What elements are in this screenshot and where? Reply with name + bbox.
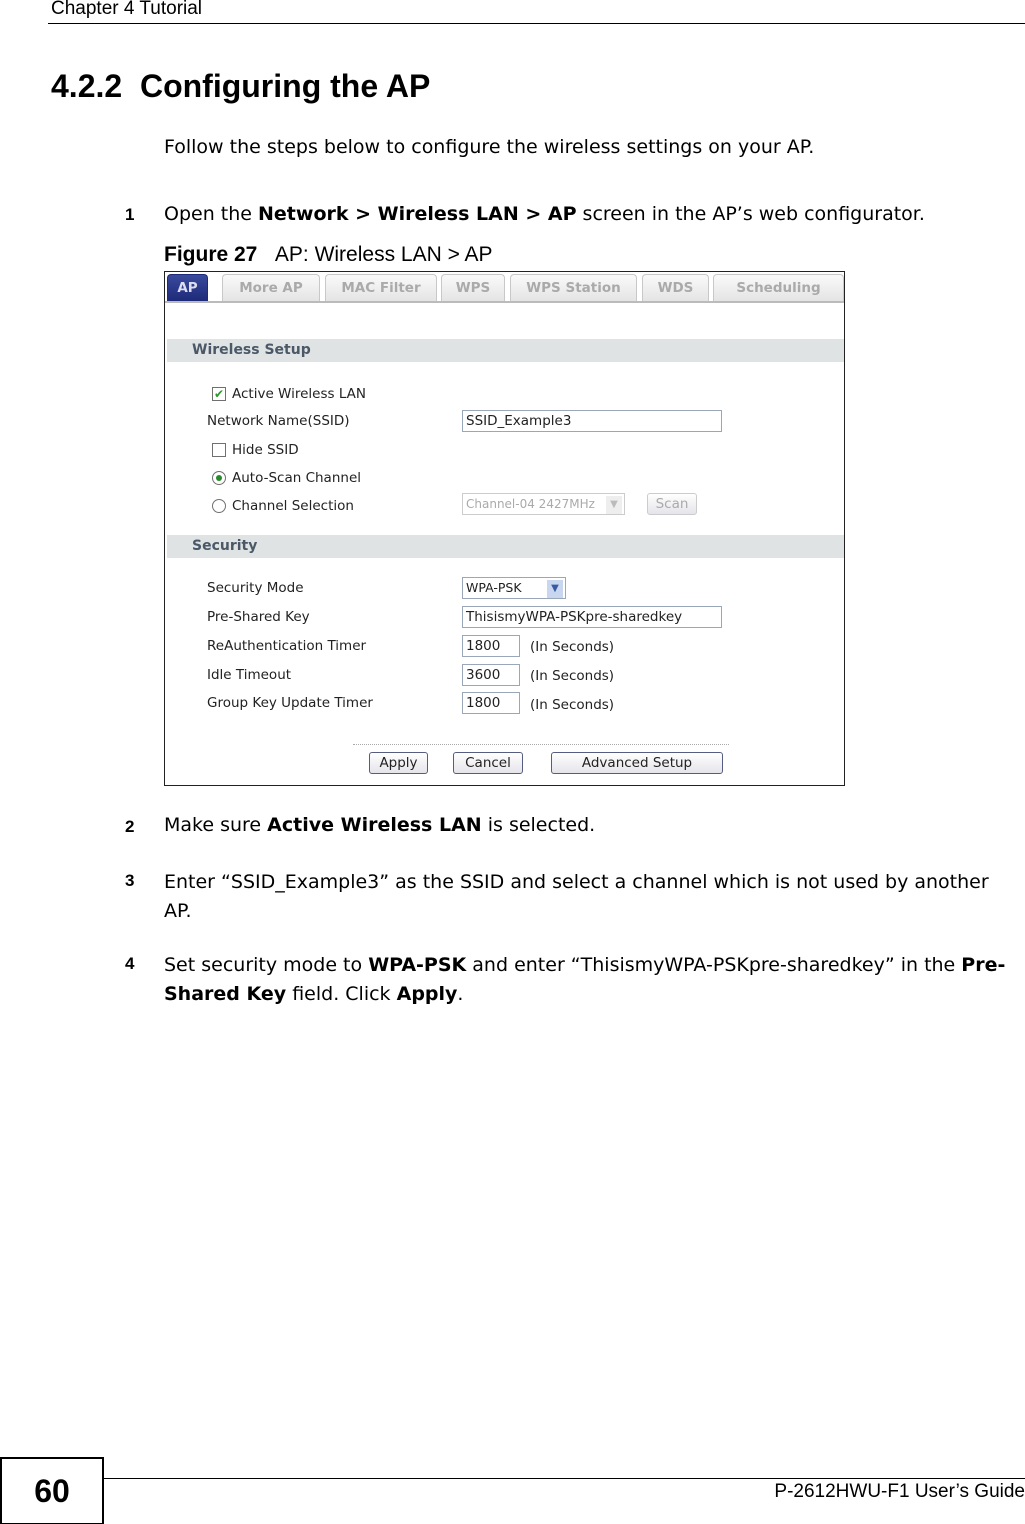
step-2-text: Make sure Active Wireless LAN is selecte… <box>164 814 596 836</box>
tab-scheduling[interactable]: Scheduling <box>713 274 844 301</box>
section-heading: 4.2.2 Configuring the AP <box>51 68 430 105</box>
group-key-unit: (In Seconds) <box>530 697 615 713</box>
header-rule <box>48 23 1025 24</box>
cancel-button[interactable]: Cancel <box>453 752 523 774</box>
button-divider <box>353 744 729 745</box>
figure-caption: Figure 27 AP: Wireless LAN > AP <box>164 243 493 266</box>
auto-scan-label: Auto-Scan Channel <box>232 470 362 486</box>
active-wireless-lan-checkbox[interactable]: ✔ <box>212 387 226 401</box>
psk-label: Pre-Shared Key <box>207 609 310 625</box>
tab-ap[interactable]: AP <box>167 274 208 301</box>
footer-rule <box>103 1478 1025 1479</box>
document-page: Chapter 4 Tutorial 4.2.2 Configuring the… <box>0 0 1025 1524</box>
step-1-text: Open the Network > Wireless LAN > AP scr… <box>164 203 925 225</box>
guide-title: P-2612HWU-F1 User’s Guide <box>774 1481 1025 1502</box>
step-4-text: Set security mode to WPA-PSK and enter “… <box>164 954 1006 1005</box>
step-3-text: Enter “SSID_Example3” as the SSID and se… <box>164 871 989 922</box>
hide-ssid-checkbox[interactable] <box>212 443 226 457</box>
tab-wps-station[interactable]: WPS Station <box>510 274 637 301</box>
security-header: Security <box>167 535 844 558</box>
ssid-label: Network Name(SSID) <box>207 413 350 429</box>
idle-timeout-input[interactable]: 3600 <box>462 664 520 686</box>
idle-timeout-label: Idle Timeout <box>207 667 292 683</box>
chevron-down-icon: ▼ <box>606 496 622 514</box>
step-number: 3 <box>125 871 135 890</box>
section-number: 4.2.2 <box>51 68 123 104</box>
intro-paragraph: Follow the steps below to configure the … <box>164 136 815 158</box>
security-mode-label: Security Mode <box>207 580 304 596</box>
page-number: 60 <box>0 1457 104 1524</box>
security-mode-select[interactable]: WPA-PSK ▼ <box>462 577 566 599</box>
reauth-unit: (In Seconds) <box>530 639 615 655</box>
wireless-setup-header: Wireless Setup <box>167 339 844 362</box>
apply-button[interactable]: Apply <box>369 752 428 774</box>
section-title: Configuring the AP <box>139 68 431 104</box>
chapter-header: Chapter 4 Tutorial <box>51 0 203 19</box>
tab-wps[interactable]: WPS <box>441 274 505 301</box>
reauth-input[interactable]: 1800 <box>462 635 520 657</box>
auto-scan-radio[interactable] <box>212 471 226 485</box>
channel-selection-label: Channel Selection <box>232 498 354 514</box>
scan-button[interactable]: Scan <box>647 493 697 515</box>
step-number: 1 <box>125 205 135 224</box>
tab-divider <box>165 301 844 303</box>
ap-config-screenshot: AP More AP MAC Filter WPS WPS Station WD… <box>164 271 845 786</box>
ssid-input[interactable]: SSID_Example3 <box>462 410 722 432</box>
psk-input[interactable]: ThisismyWPA-PSKpre-sharedkey <box>462 606 722 628</box>
tab-more-ap[interactable]: More AP <box>222 274 320 301</box>
advanced-setup-button[interactable]: Advanced Setup <box>551 752 723 774</box>
reauth-label: ReAuthentication Timer <box>207 638 367 654</box>
step-number: 4 <box>125 954 135 973</box>
group-key-label: Group Key Update Timer <box>207 695 373 711</box>
step-number: 2 <box>125 817 135 836</box>
group-key-input[interactable]: 1800 <box>462 692 520 714</box>
channel-selection-radio[interactable] <box>212 499 226 513</box>
chevron-down-icon: ▼ <box>547 580 563 598</box>
hide-ssid-label: Hide SSID <box>232 442 299 458</box>
active-wireless-lan-label: Active Wireless LAN <box>232 386 366 402</box>
tab-wds[interactable]: WDS <box>642 274 709 301</box>
channel-select[interactable]: Channel-04 2427MHz ▼ <box>462 493 625 515</box>
idle-timeout-unit: (In Seconds) <box>530 668 615 684</box>
tab-mac-filter[interactable]: MAC Filter <box>325 274 437 301</box>
